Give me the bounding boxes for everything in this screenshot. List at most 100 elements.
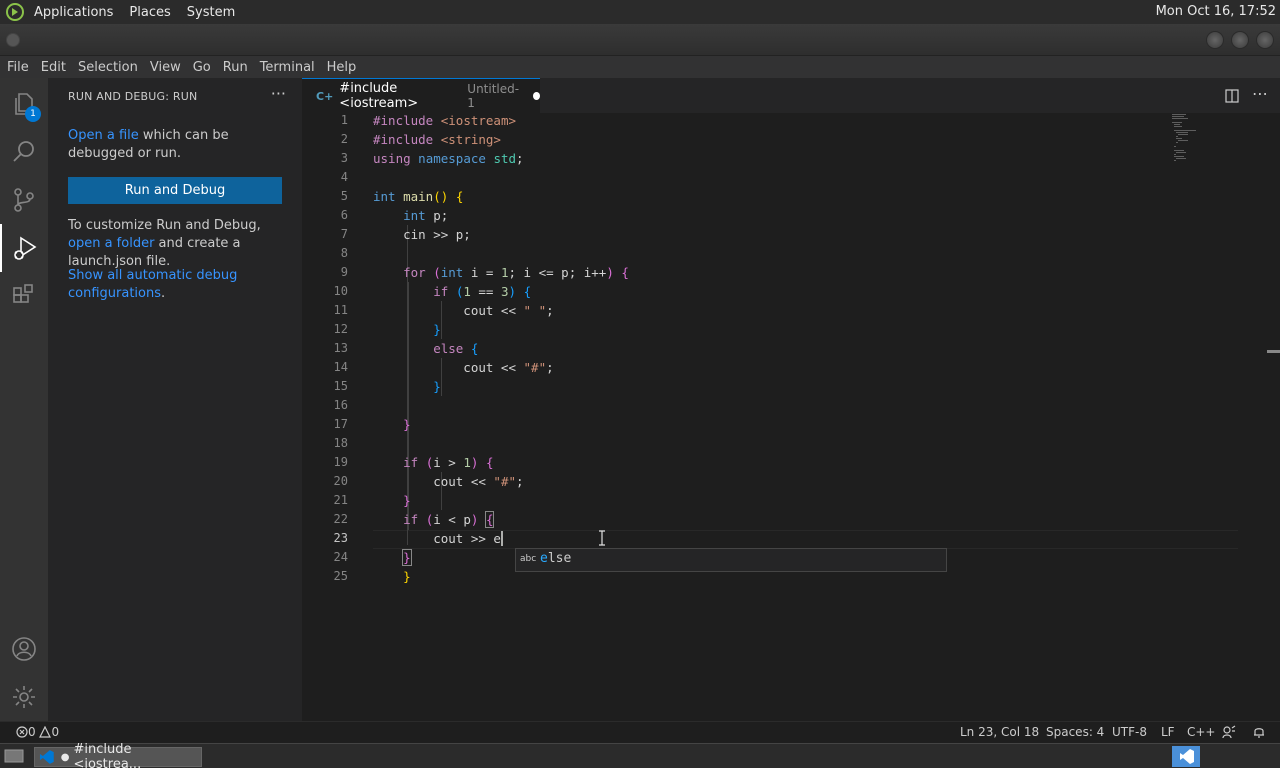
menu-help[interactable]: Help bbox=[320, 60, 362, 75]
line-number: 3 bbox=[340, 151, 348, 165]
applications-menu[interactable]: Applications bbox=[26, 5, 121, 20]
line-number: 20 bbox=[333, 474, 348, 488]
show-desktop-icon[interactable] bbox=[4, 748, 24, 764]
customize-text: To customize Run and Debug, open a folde… bbox=[68, 218, 261, 269]
encoding-setting[interactable]: UTF-8 bbox=[1112, 725, 1147, 739]
i-beam-cursor-icon bbox=[599, 530, 605, 546]
show-all-text: Show all automatic debug configurations. bbox=[68, 268, 238, 301]
cursor-position[interactable]: Ln 23, Col 18 bbox=[960, 725, 1039, 739]
line-number: 11 bbox=[333, 303, 348, 317]
problems-indicator[interactable]: 0 0 bbox=[16, 725, 59, 739]
minimize-button[interactable] bbox=[1206, 31, 1224, 49]
run-debug-button[interactable] bbox=[0, 224, 48, 272]
minimap[interactable] bbox=[1170, 113, 1210, 173]
line-number: 15 bbox=[333, 379, 348, 393]
line-number: 6 bbox=[340, 208, 348, 222]
search-button[interactable] bbox=[0, 128, 48, 176]
menu-view[interactable]: View bbox=[143, 60, 186, 75]
suggest-widget[interactable]: abc else bbox=[515, 548, 947, 572]
code-line: int p; bbox=[403, 208, 449, 223]
line-number: 14 bbox=[333, 360, 348, 374]
maximize-button[interactable] bbox=[1231, 31, 1249, 49]
menu-edit[interactable]: Edit bbox=[34, 60, 71, 75]
line-number: 25 bbox=[333, 569, 348, 583]
window-menu-button[interactable] bbox=[6, 33, 20, 47]
code-line: cout << "#"; bbox=[373, 360, 554, 375]
source-control-button[interactable] bbox=[0, 176, 48, 224]
menu-go[interactable]: Go bbox=[186, 60, 216, 75]
line-number: 19 bbox=[333, 455, 348, 469]
distro-logo-icon[interactable] bbox=[4, 1, 26, 23]
code-line: } bbox=[403, 493, 411, 508]
accounts-button[interactable] bbox=[0, 625, 48, 673]
clock[interactable]: Mon Oct 16, 17:52 bbox=[1156, 4, 1276, 19]
line-number: 13 bbox=[333, 341, 348, 355]
top-panel: Applications Places System Mon Oct 16, 1… bbox=[0, 0, 1280, 24]
sidebar-title: RUN AND DEBUG: RUN bbox=[68, 90, 198, 103]
tab-subtitle: Untitled-1 bbox=[467, 82, 520, 110]
menu-bar: File Edit Selection View Go Run Terminal… bbox=[0, 56, 1280, 78]
line-number: 4 bbox=[340, 170, 348, 184]
line-number: 8 bbox=[340, 246, 348, 260]
menu-run[interactable]: Run bbox=[216, 60, 253, 75]
eol-setting[interactable]: LF bbox=[1161, 725, 1175, 739]
feedback-icon[interactable] bbox=[1222, 725, 1236, 742]
line-number: 21 bbox=[333, 493, 348, 507]
window-title-bar bbox=[0, 24, 1280, 56]
manage-button[interactable] bbox=[0, 673, 48, 721]
code-line: using namespace std; bbox=[373, 151, 524, 166]
menu-file[interactable]: File bbox=[0, 60, 34, 75]
vscode-icon bbox=[39, 750, 54, 764]
line-number: 5 bbox=[340, 189, 348, 203]
open-file-text: Open a file which can be debugged or run… bbox=[68, 128, 229, 161]
notifications-bell-icon[interactable] bbox=[1252, 725, 1266, 742]
activity-bar: 1 bbox=[0, 78, 48, 721]
more-actions-icon[interactable]: ··· bbox=[271, 84, 286, 103]
language-mode[interactable]: C++ bbox=[1187, 725, 1216, 739]
line-number: 18 bbox=[333, 436, 348, 450]
code-line: else { bbox=[433, 341, 479, 356]
taskbar-window-vscode[interactable]: ● #include <iostrea... bbox=[34, 742, 202, 768]
tab-untitled-1[interactable]: C+ #include <iostream> Untitled-1 bbox=[302, 78, 540, 113]
line-number: 12 bbox=[333, 322, 348, 336]
scrollbar-cursor-marker[interactable] bbox=[1267, 350, 1280, 353]
code-line: } bbox=[433, 322, 441, 337]
line-number: 17 bbox=[333, 417, 348, 431]
code-editor[interactable]: 1 2 3 4 5 6 7 8 9 10 11 12 13 14 15 16 1… bbox=[302, 113, 1280, 721]
extensions-button[interactable] bbox=[0, 272, 48, 320]
close-button[interactable] bbox=[1256, 31, 1274, 49]
editor-more-actions-icon[interactable]: ⋯ bbox=[1252, 84, 1268, 103]
unsaved-dot-icon[interactable] bbox=[533, 92, 540, 100]
open-folder-link[interactable]: open a folder bbox=[68, 236, 154, 251]
code-line: for (int i = 1; i <= p; i++) { bbox=[403, 265, 629, 280]
account-icon bbox=[12, 637, 36, 661]
line-number: 24 bbox=[333, 550, 348, 564]
gear-icon bbox=[13, 686, 35, 708]
line-number: 9 bbox=[340, 265, 348, 279]
workspace-switcher-icon[interactable] bbox=[1172, 746, 1200, 767]
code-line: } bbox=[403, 417, 411, 432]
line-number-current: 23 bbox=[333, 531, 348, 545]
menu-selection[interactable]: Selection bbox=[71, 60, 143, 75]
code-line: if (1 == 3) { bbox=[433, 284, 532, 299]
error-icon bbox=[16, 726, 28, 738]
places-menu[interactable]: Places bbox=[121, 5, 178, 20]
open-file-link[interactable]: Open a file bbox=[68, 128, 139, 143]
explorer-button[interactable]: 1 bbox=[0, 80, 48, 128]
search-icon bbox=[13, 141, 34, 162]
code-line: } bbox=[403, 569, 411, 584]
system-menu[interactable]: System bbox=[179, 5, 243, 20]
show-all-configurations-link[interactable]: Show all automatic debug configurations bbox=[68, 268, 237, 301]
suggestion-item[interactable]: else bbox=[540, 551, 571, 566]
editor-tabs: C+ #include <iostream> Untitled-1 ⋯ bbox=[302, 78, 1280, 113]
taskbar-window-title: #include <iostrea... bbox=[73, 742, 142, 768]
line-number: 22 bbox=[333, 512, 348, 526]
split-editor-icon[interactable] bbox=[1224, 88, 1240, 108]
explorer-badge: 1 bbox=[25, 106, 41, 122]
code-line: #include <iostream> bbox=[373, 113, 517, 128]
taskbar: ● #include <iostrea... bbox=[0, 742, 1280, 768]
run-and-debug-button[interactable]: Run and Debug bbox=[68, 177, 282, 204]
menu-terminal[interactable]: Terminal bbox=[253, 60, 320, 75]
indentation-setting[interactable]: Spaces: 4 bbox=[1046, 725, 1104, 739]
code-line: } bbox=[433, 379, 441, 394]
